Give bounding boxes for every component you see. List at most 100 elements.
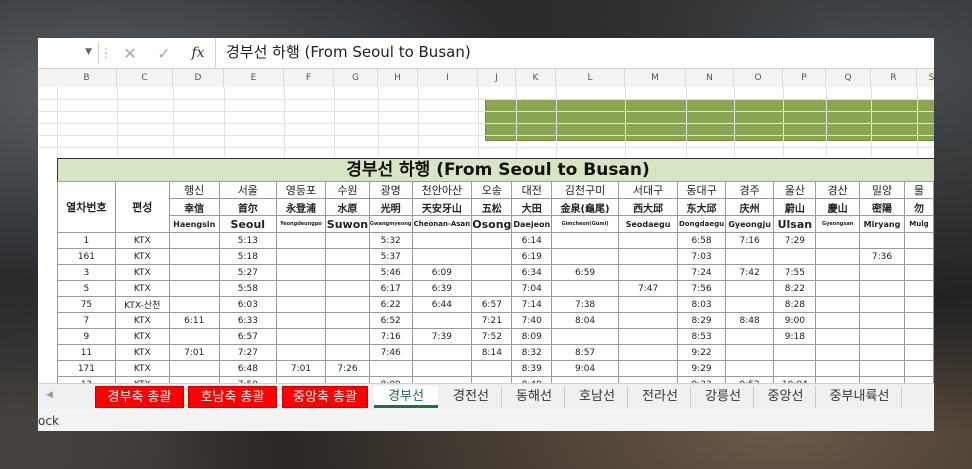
station-name-cn[interactable]: 勿 [903,198,934,216]
station-name-cn[interactable]: 首尔 [218,198,277,216]
time-cell[interactable] [325,248,370,265]
time-cell[interactable]: 7:16 [724,232,775,249]
time-cell[interactable] [617,360,679,377]
time-cell[interactable] [275,248,327,265]
station-name-en[interactable]: Suwon [325,215,370,233]
time-cell[interactable]: 6:22 [368,296,413,313]
time-cell[interactable] [903,264,934,281]
sheet-tab[interactable]: 경전선 [441,386,502,408]
column-header-e[interactable]: E [224,69,284,87]
time-cell[interactable]: 6:59 [551,264,619,281]
scroll-tabs-left-icon[interactable]: ◀ [46,390,53,400]
time-cell[interactable] [903,280,934,297]
sheet-tab[interactable]: 전라선 [630,386,691,408]
time-cell[interactable] [368,360,413,377]
time-cell[interactable] [411,232,473,249]
time-cell[interactable] [168,264,220,281]
sheet-tab[interactable]: 경부축 총괄 [95,386,184,408]
time-cell[interactable] [724,280,775,297]
station-name-cn[interactable]: 永登浦 [275,198,327,216]
station-name-kr[interactable]: 천안아산 [411,181,473,199]
time-cell[interactable]: 8:04 [551,312,619,329]
time-cell[interactable]: 6:57 [471,296,513,313]
column-header-s[interactable]: S [917,69,934,87]
time-cell[interactable] [903,360,934,377]
station-name-en[interactable]: Daejeon [511,215,553,233]
time-cell[interactable] [168,280,220,297]
time-cell[interactable] [903,344,934,361]
train-type[interactable]: KTX [114,280,170,297]
sheet-tab[interactable]: 호남축 총괄 [188,386,277,408]
train-number-header[interactable]: 열차번호 [57,181,116,233]
column-header-q[interactable]: Q [826,69,871,87]
time-cell[interactable] [903,232,934,249]
station-name-en[interactable]: Yeongdeungpo [275,215,327,233]
time-cell[interactable]: 6:57 [218,328,277,345]
train-number[interactable]: 9 [57,328,116,345]
column-header-i[interactable]: I [418,69,478,87]
time-cell[interactable]: 5:46 [368,264,413,281]
train-type[interactable]: KTX [114,312,170,329]
time-cell[interactable]: 7:03 [677,248,726,265]
time-cell[interactable]: 7:01 [275,360,327,377]
train-type[interactable]: KTX [114,328,170,345]
chevron-down-icon[interactable]: ▼ [85,47,92,57]
time-cell[interactable] [411,360,473,377]
station-name-en[interactable]: Haengsin [168,215,220,233]
time-cell[interactable]: 7:29 [773,232,817,249]
time-cell[interactable] [858,360,905,377]
time-cell[interactable] [773,248,817,265]
cancel-icon[interactable]: ✕ [113,44,147,63]
time-cell[interactable] [275,344,327,361]
time-cell[interactable]: 7:42 [724,264,775,281]
sheet-title[interactable]: 경부선 하행 (From Seoul to Busan) [57,158,934,182]
time-cell[interactable]: 9:18 [773,328,817,345]
time-cell[interactable] [551,248,619,265]
time-cell[interactable] [471,232,513,249]
time-cell[interactable]: 7:52 [471,328,513,345]
time-cell[interactable]: 7:36 [858,248,905,265]
time-cell[interactable] [815,360,860,377]
time-cell[interactable] [325,296,370,313]
time-cell[interactable] [724,328,775,345]
function-icon[interactable]: fx [181,45,215,61]
train-number[interactable]: 5 [57,280,116,297]
sheet-tab[interactable]: 경부선 [374,386,438,408]
time-cell[interactable]: 6:58 [677,232,726,249]
column-header-f[interactable]: F [284,69,334,87]
time-cell[interactable]: 5:27 [218,264,277,281]
time-cell[interactable] [325,232,370,249]
time-cell[interactable] [903,296,934,313]
station-name-kr[interactable]: 경산 [815,181,860,199]
more-options-icon[interactable]: ⋮ [99,46,113,60]
sheet-tab[interactable]: 중부내륙선 [818,386,902,408]
time-cell[interactable] [815,264,860,281]
time-cell[interactable]: 9:22 [677,344,726,361]
train-type[interactable]: KTX [114,248,170,265]
train-type[interactable]: KTX [114,344,170,361]
station-name-cn[interactable]: 光明 [368,198,413,216]
time-cell[interactable]: 9:04 [551,360,619,377]
time-cell[interactable] [325,312,370,329]
time-cell[interactable]: 7:55 [773,264,817,281]
station-name-kr[interactable]: 물 [903,181,934,199]
station-name-en[interactable]: Cheonan-Asan [411,215,473,233]
time-cell[interactable] [617,248,679,265]
time-cell[interactable] [168,248,220,265]
time-cell[interactable] [411,312,473,329]
station-name-kr[interactable]: 동대구 [677,181,726,199]
time-cell[interactable]: 5:58 [218,280,277,297]
time-cell[interactable]: 7:40 [511,312,553,329]
column-header-l[interactable]: L [556,69,625,87]
time-cell[interactable] [724,344,775,361]
time-cell[interactable] [325,328,370,345]
station-name-kr[interactable]: 밀양 [858,181,905,199]
station-name-cn[interactable]: 密陽 [858,198,905,216]
time-cell[interactable] [724,248,775,265]
time-cell[interactable] [858,264,905,281]
time-cell[interactable]: 7:21 [471,312,513,329]
station-name-en[interactable]: Seoul [218,215,277,233]
time-cell[interactable]: 8:14 [471,344,513,361]
column-header-g[interactable]: G [334,69,378,87]
time-cell[interactable]: 6:09 [411,264,473,281]
